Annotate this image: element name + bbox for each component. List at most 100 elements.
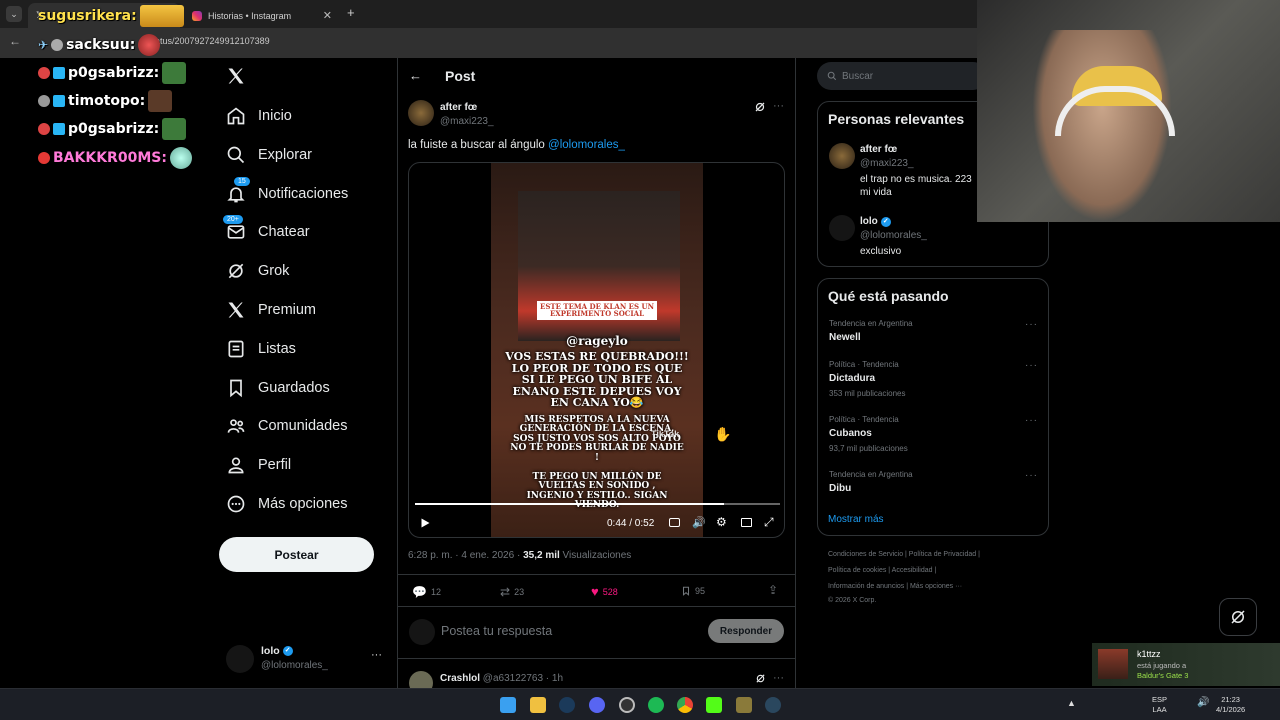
- person-name[interactable]: after fœ: [860, 144, 897, 155]
- windows-start-icon[interactable]: [500, 697, 516, 713]
- card-title: Personas relevantes: [828, 111, 965, 127]
- repost-action[interactable]: ⇄ 23: [500, 585, 524, 599]
- play-icon[interactable]: [419, 517, 431, 529]
- more-icon[interactable]: ···: [1025, 360, 1038, 371]
- trend-item[interactable]: Política · Tendencia Cubanos 93,7 mil pu…: [829, 415, 908, 453]
- windows-taskbar: ▲ ESP LAA 🔊 21:23 4/1/2026: [0, 688, 1280, 720]
- page-title: Post: [445, 68, 476, 84]
- more-icon[interactable]: ···: [773, 100, 784, 112]
- settings-icon[interactable]: ⚙: [716, 515, 727, 529]
- account-name: lolo ✓: [261, 645, 293, 657]
- back-arrow-icon[interactable]: ←: [409, 68, 422, 83]
- instagram-icon: [192, 10, 202, 21]
- post-meta: 6:28 p. m. · 4 ene. 2026 · 35,2 mil Visu…: [408, 550, 632, 561]
- pip-icon[interactable]: [741, 518, 752, 527]
- author-handle[interactable]: @maxi223_: [440, 116, 494, 127]
- footer-links-row[interactable]: Información de anuncios | Más opciones ·…: [828, 583, 962, 590]
- fullscreen-icon[interactable]: ⤢: [764, 515, 774, 530]
- chrome-icon[interactable]: [677, 697, 693, 713]
- chevron-up-icon[interactable]: ▲: [1067, 698, 1076, 708]
- new-tab-button[interactable]: +: [347, 5, 355, 20]
- sidebar-item-label: Premium: [258, 302, 317, 318]
- grok-floating-button[interactable]: [1219, 598, 1257, 636]
- footer-links-row[interactable]: Política de cookies | Accesibilidad |: [828, 567, 936, 574]
- spotify-icon[interactable]: [648, 697, 664, 713]
- reply-author-name[interactable]: Crashlol: [440, 673, 480, 684]
- more-icon[interactable]: ···: [1025, 415, 1038, 426]
- tiktok-watermark: TikTok: [651, 429, 680, 439]
- mention-link[interactable]: @lolomorales_: [548, 139, 625, 151]
- file-explorer-icon[interactable]: [530, 697, 546, 713]
- sidebar-item-perfil[interactable]: Perfil: [226, 450, 291, 480]
- tab-search-button[interactable]: ⌄: [6, 6, 22, 22]
- tab-instagram[interactable]: Historias • Instagram ✕: [184, 3, 340, 28]
- kick-icon[interactable]: [706, 697, 722, 713]
- obs-icon[interactable]: [619, 697, 635, 713]
- trend-name: Cubanos: [829, 428, 872, 439]
- sidebar-item-premium[interactable]: Premium: [226, 295, 316, 325]
- bookmark-action[interactable]: 95: [681, 585, 705, 597]
- steam-notification[interactable]: k1ttzz está jugando a Baldur's Gate 3: [1092, 643, 1280, 686]
- reply-action[interactable]: 💬 12: [412, 585, 441, 599]
- steam-icon[interactable]: [765, 697, 781, 713]
- x-logo-icon[interactable]: [226, 66, 246, 86]
- sidebar-item-listas[interactable]: Listas: [226, 334, 296, 364]
- avatar[interactable]: [829, 143, 855, 169]
- sidebar-item-comunidades[interactable]: Comunidades: [226, 411, 347, 441]
- close-icon[interactable]: ✕: [323, 9, 332, 22]
- avatar[interactable]: [829, 215, 855, 241]
- divider: [398, 574, 795, 575]
- chat-username: timotopo:: [68, 93, 146, 109]
- person-name[interactable]: lolo ✓: [860, 216, 891, 227]
- sidebar-item-label: Inicio: [258, 108, 292, 124]
- reply-input[interactable]: Postea tu respuesta: [441, 624, 701, 638]
- grok-icon[interactable]: [754, 101, 766, 113]
- discord-icon[interactable]: [589, 697, 605, 713]
- account-switcher[interactable]: lolo ✓ @lolomorales_ ···: [226, 643, 386, 675]
- chat-message: ✈ sacksuu:: [38, 34, 161, 56]
- post-button[interactable]: Postear: [219, 537, 374, 572]
- video-player[interactable]: ESTE TEMA DE KLAN ES UN EXPERIMENTO SOCI…: [408, 162, 785, 538]
- trend-item[interactable]: Tendencia en Argentina Dibu: [829, 470, 913, 494]
- share-icon[interactable]: ⇪: [768, 583, 778, 597]
- author-name[interactable]: after fœ: [440, 102, 477, 113]
- chat-username: sacksuu:: [66, 37, 136, 53]
- search-input[interactable]: Buscar: [817, 62, 987, 90]
- sidebar-item-mas-opciones[interactable]: Más opciones: [226, 489, 347, 519]
- verified-icon: ✓: [282, 646, 293, 656]
- sidebar-item-label: Comunidades: [258, 418, 348, 434]
- badge-icon: [53, 123, 65, 135]
- clock[interactable]: 21:23 4/1/2026: [1216, 695, 1245, 715]
- like-action[interactable]: ♥ 528: [591, 584, 618, 599]
- sidebar-item-inicio[interactable]: Inicio: [226, 101, 292, 131]
- more-icon[interactable]: ···: [1025, 319, 1038, 330]
- video-caption-line1: VOS ESTAS RE QUEBRADO!!! LO PEOR DE TODO…: [505, 350, 689, 410]
- sidebar-item-grok[interactable]: Grok: [226, 256, 289, 286]
- steam-icon[interactable]: [559, 697, 575, 713]
- sidebar-item-guardados[interactable]: Guardados: [226, 373, 330, 403]
- language-indicator[interactable]: ESP LAA: [1152, 695, 1167, 715]
- trend-item[interactable]: Política · Tendencia Dictadura 353 mil p…: [829, 360, 906, 398]
- game-icon[interactable]: [736, 697, 752, 713]
- sidebar-item-explorar[interactable]: Explorar: [226, 140, 312, 170]
- grok-icon[interactable]: [755, 673, 766, 684]
- more-icon[interactable]: ···: [371, 649, 382, 661]
- back-arrow-icon[interactable]: ←: [9, 34, 21, 48]
- reply-button[interactable]: Responder: [708, 619, 784, 643]
- more-icon[interactable]: ···: [1025, 470, 1038, 481]
- volume-icon[interactable]: 🔊: [1197, 697, 1209, 708]
- show-more-link[interactable]: Mostrar más: [828, 514, 884, 525]
- url-field[interactable]: status/2007927249912107389: [148, 36, 270, 46]
- trend-item[interactable]: Tendencia en Argentina Newell: [829, 319, 913, 343]
- video-progress-track[interactable]: [415, 503, 780, 505]
- avatar[interactable]: [408, 100, 434, 126]
- more-icon[interactable]: ···: [773, 672, 784, 684]
- volume-icon[interactable]: 🔊: [692, 516, 706, 529]
- captions-icon[interactable]: [669, 518, 680, 527]
- emote-icon: [169, 147, 192, 169]
- steam-game: Baldur's Gate 3: [1137, 671, 1189, 680]
- footer-links-row[interactable]: Condiciones de Servicio | Política de Pr…: [828, 551, 980, 558]
- sidebar-item-chatear[interactable]: 20+ Chatear: [222, 214, 310, 247]
- sidebar-item-label: Chatear: [258, 224, 310, 240]
- sidebar-item-notificaciones[interactable]: 15 Notificaciones: [226, 176, 348, 209]
